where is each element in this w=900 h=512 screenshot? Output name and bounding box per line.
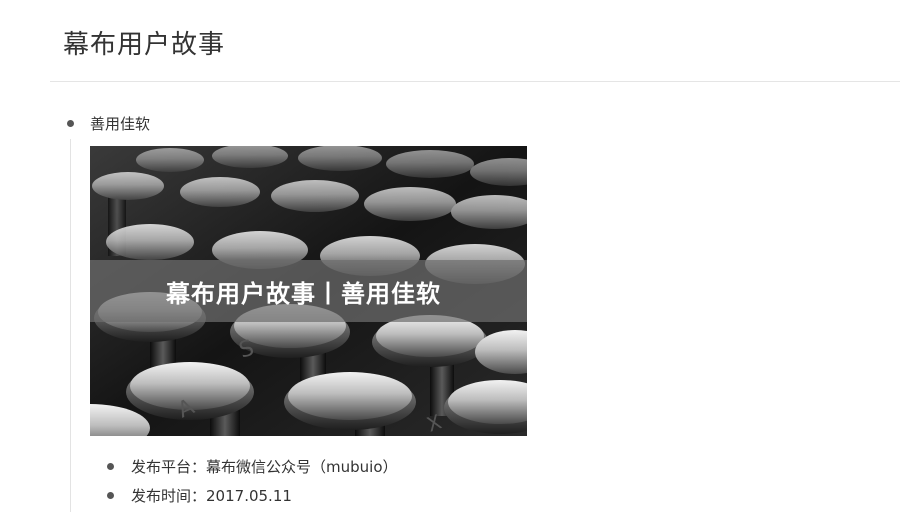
child-label: 发布时间： xyxy=(131,487,207,505)
bullet-icon[interactable] xyxy=(107,463,114,470)
child-value: 幕布微信公众号（mubuio） xyxy=(206,458,398,476)
cover-image: S A X 幕布用户故事丨善用佳软 xyxy=(90,146,527,436)
child-label: 发布平台： xyxy=(131,458,207,476)
cover-caption-text: 幕布用户故事丨善用佳软 xyxy=(166,280,441,308)
title-divider xyxy=(50,81,900,82)
child-value: 2017.05.11 xyxy=(206,487,292,505)
bullet-icon[interactable] xyxy=(67,120,74,127)
outline-node-label[interactable]: 善用佳软 xyxy=(90,113,150,134)
outline-guide-line xyxy=(70,139,71,512)
page: 幕布用户故事 善用佳软 S A X 幕布用户故事丨善用佳软 发布平台：幕布微信公… xyxy=(0,0,900,512)
page-title: 幕布用户故事 xyxy=(63,30,226,60)
outline-child-text[interactable]: 发布时间：2017.05.11 xyxy=(131,485,292,506)
bullet-icon[interactable] xyxy=(107,492,114,499)
outline-child-text[interactable]: 发布平台：幕布微信公众号（mubuio） xyxy=(131,456,398,477)
